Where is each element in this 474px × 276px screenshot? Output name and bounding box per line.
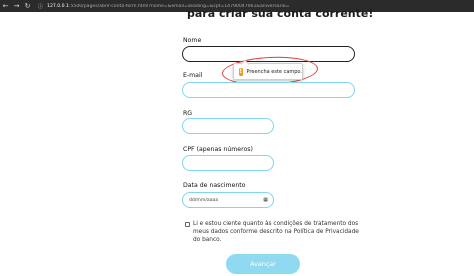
validation-message: Preencha este campo. [246, 68, 303, 75]
birthdate-label: Data de nascimento [183, 182, 246, 189]
calendar-icon[interactable]: ▦ [263, 197, 268, 203]
birthdate-input[interactable]: dd/mm/aaaa ▦ [182, 192, 274, 208]
info-icon[interactable]: ⓘ [38, 3, 43, 10]
advance-button[interactable]: Avançar [226, 254, 300, 274]
privacy-consent: Li e estou ciente quanto às condições de… [185, 221, 367, 244]
url-host: 127.0.0.1 [47, 3, 69, 9]
email-input[interactable] [182, 82, 355, 98]
validation-tooltip: ! Preencha este campo. [233, 63, 303, 80]
reload-icon[interactable]: ↻ [22, 0, 33, 12]
consent-checkbox[interactable] [185, 222, 190, 227]
rg-input[interactable] [182, 118, 274, 134]
back-icon[interactable]: ← [0, 0, 11, 12]
rg-label: RG [183, 110, 193, 117]
nome-label: Nome [183, 37, 202, 44]
email-label: E-mail [183, 72, 203, 79]
forward-icon[interactable]: → [11, 0, 22, 12]
consent-text: Li e estou ciente quanto às condições de… [193, 221, 359, 243]
birthdate-placeholder: dd/mm/aaaa [189, 197, 219, 203]
page-heading: para criar sua conta corrente! [187, 7, 374, 20]
warning-icon: ! [239, 67, 243, 76]
cpf-label: CPF (apenas números) [183, 146, 253, 153]
cpf-input[interactable] [182, 155, 274, 171]
